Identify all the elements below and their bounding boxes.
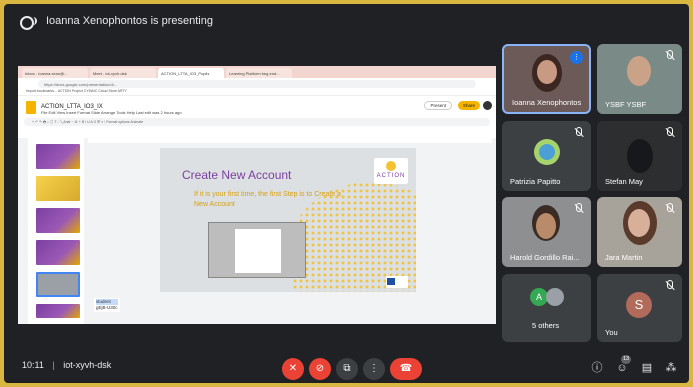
browser-tab[interactable]: Inbox - ioanna.xeno@... <box>22 68 88 78</box>
more-options-button[interactable]: ⋮ <box>363 358 385 380</box>
bookmarks-bar[interactable]: Import bookmarks... ACTION Project CYMAI… <box>18 89 496 96</box>
participant-tile[interactable]: ⋮ Ioanna Xenophontos <box>502 44 591 114</box>
slide-thumbnail[interactable] <box>36 144 80 169</box>
address-bar[interactable]: https://docs.google.com/presentation/d/.… <box>38 79 476 88</box>
notes-line: gEjB-U30c <box>96 305 118 310</box>
meeting-separator: | <box>52 360 55 370</box>
share-button[interactable]: Share <box>457 101 480 110</box>
meeting-info: 10:11 | iot-xyvh-dsk <box>22 360 111 370</box>
slides-workarea: Create New Account If it is your first t… <box>18 138 496 324</box>
action-logo: ACTION <box>374 158 408 184</box>
shared-screen[interactable]: Inbox - ioanna.xeno@... Meet - iot-xyvh-… <box>18 66 496 324</box>
presenting-text: Ioanna Xenophontos is presenting <box>46 15 213 27</box>
participant-tile[interactable]: YSBF YSBF <box>597 44 682 114</box>
meeting-code: iot-xyvh-dsk <box>63 360 112 370</box>
mic-off-icon <box>664 280 674 292</box>
speaker-notes[interactable]: student gEjB-U30c <box>94 298 120 312</box>
control-bar: 10:11 | iot-xyvh-dsk ✕ ⊘ ⧉ ⋮ ☎ ⓘ ☺ 13 ▤ <box>4 344 689 383</box>
browser-tab[interactable]: Learning Platform beg.end... <box>226 68 292 78</box>
slide-thumbnail[interactable] <box>36 240 80 265</box>
present-screen-icon: ⧉ <box>343 363 351 374</box>
activities-icon: ⁂ <box>665 362 677 374</box>
participant-name: Ioanna Xenophontos <box>512 98 582 107</box>
participant-avatar-inner <box>539 144 555 160</box>
participant-name: 5 others <box>532 321 560 330</box>
participant-tile[interactable]: Stefan May <box>597 121 682 191</box>
mic-off-icon <box>573 127 583 139</box>
mic-off-icon <box>573 203 583 215</box>
slide-filmstrip <box>28 138 84 324</box>
slide-bullet: If it is your first time, the first Step… <box>194 191 342 208</box>
others-avatar-photo <box>546 288 564 306</box>
participant-name: YSBF YSBF <box>605 100 647 109</box>
slides-logo-icon <box>26 100 36 114</box>
slide-thumbnail[interactable] <box>36 208 80 233</box>
participant-video <box>627 56 651 86</box>
ruler <box>88 138 492 143</box>
present-button[interactable]: Present <box>424 101 452 110</box>
participant-tile-others[interactable]: A 5 others <box>502 274 591 342</box>
slide-thumbnail-selected[interactable] <box>36 272 80 297</box>
screenshot-form <box>235 229 281 273</box>
account-avatar[interactable] <box>483 101 492 110</box>
participant-name: Patrizia Papitto <box>510 177 561 186</box>
meeting-time: 10:11 <box>22 360 44 370</box>
leave-call-button[interactable]: ☎ <box>390 358 422 380</box>
activities-button[interactable]: ⁂ <box>664 361 678 375</box>
mic-off-icon <box>664 50 674 62</box>
eu-flag-icon <box>386 276 408 288</box>
slide-title: Create New Account <box>182 168 292 182</box>
participant-name: Stefan May <box>605 177 643 186</box>
hangup-icon: ☎ <box>399 363 413 374</box>
participant-tile[interactable]: Harold Gordillo Rai... <box>502 197 591 267</box>
slide-thumbnail[interactable] <box>36 176 80 201</box>
browser-tab[interactable]: Meet - iot-xyvh-dsk <box>90 68 156 78</box>
self-avatar: S <box>626 292 652 318</box>
presenting-icon <box>20 15 37 30</box>
chat-icon: ▤ <box>641 362 653 374</box>
presenting-banner: Ioanna Xenophontos is presenting <box>4 4 689 38</box>
slides-header: ACTION_LTTA_IO3_IX File Edit View Insert… <box>18 96 496 118</box>
doc-menu[interactable]: File Edit View Insert Format Slide Arran… <box>41 110 182 115</box>
meet-window: Ioanna Xenophontos is presenting Inbox -… <box>4 4 689 383</box>
mic-toggle-button[interactable]: ✕ <box>282 358 304 380</box>
participant-tile[interactable]: Jara Martin <box>597 197 682 267</box>
browser-tabstrip: Inbox - ioanna.xeno@... Meet - iot-xyvh-… <box>18 66 496 78</box>
camera-off-icon: ⊘ <box>315 363 325 374</box>
info-icon: ⓘ <box>591 362 603 374</box>
participant-name: Jara Martin <box>605 253 643 262</box>
participant-face <box>628 209 650 237</box>
mic-off-icon: ✕ <box>288 363 298 374</box>
participant-name: Harold Gordillo Rai... <box>510 253 580 262</box>
present-now-button[interactable]: ⧉ <box>336 358 358 380</box>
participants-count-badge: 13 <box>621 355 632 364</box>
speaking-indicator-icon: ⋮ <box>570 51 583 64</box>
slide-canvas[interactable]: Create New Account If it is your first t… <box>160 148 416 292</box>
more-options-icon: ⋮ <box>369 363 379 374</box>
slide-screenshot-image <box>208 222 306 278</box>
mic-off-icon <box>664 127 674 139</box>
participant-face <box>537 60 557 84</box>
participant-face <box>536 213 556 239</box>
mic-off-icon <box>664 203 674 215</box>
slide-thumbnail[interactable] <box>36 304 80 318</box>
participant-video <box>627 139 653 173</box>
camera-toggle-button[interactable]: ⊘ <box>309 358 331 380</box>
slides-toolbar[interactable]: + ↶ ↷ 🖶 ⌕ ▢ T ◌ ╲ Arial − 11 + B I U A ⛓… <box>24 118 490 126</box>
address-row: https://docs.google.com/presentation/d/.… <box>18 78 496 89</box>
participant-tile-self[interactable]: S You <box>597 274 682 342</box>
meeting-details-button[interactable]: ⓘ <box>590 361 604 375</box>
browser-tab-active[interactable]: ACTION_LTTA_IO3_Pupils <box>158 68 224 78</box>
participant-name: You <box>605 328 618 337</box>
chat-button[interactable]: ▤ <box>640 361 654 375</box>
participant-tile[interactable]: Patrizia Papitto <box>502 121 591 191</box>
